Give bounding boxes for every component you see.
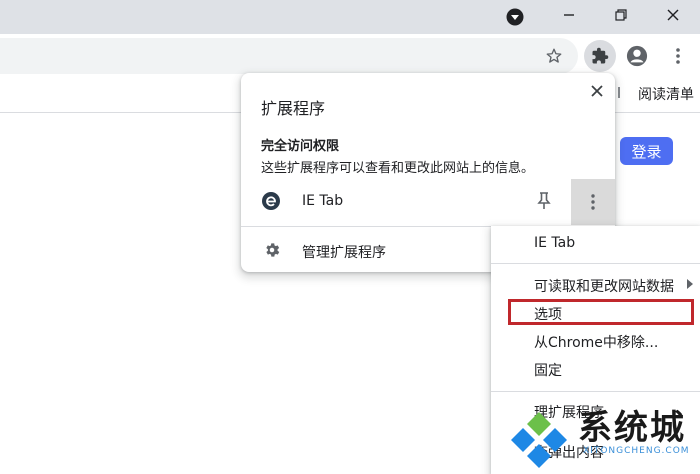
gear-icon xyxy=(263,241,281,259)
submenu-arrow-icon xyxy=(687,279,693,289)
extension-name: IE Tab xyxy=(302,193,344,209)
ie-tab-logo-icon xyxy=(261,191,281,211)
manage-extensions-label: 管理扩展程序 xyxy=(302,245,386,261)
login-button[interactable]: 登录 xyxy=(620,137,673,165)
watermark-text: 系统城 xyxy=(578,408,686,448)
context-menu-header: IE Tab xyxy=(534,235,576,251)
watermark-subtext: XITONGCHENG.COM xyxy=(583,446,690,456)
close-window-button[interactable] xyxy=(648,0,698,30)
menu-item-site-access[interactable]: 可读取和更改网站数据 xyxy=(534,276,674,296)
minimize-button[interactable] xyxy=(544,0,594,30)
menu-item-pin[interactable]: 固定 xyxy=(534,360,562,380)
extensions-popup-title: 扩展程序 xyxy=(261,99,326,118)
extension-row-ie-tab[interactable]: IE Tab xyxy=(241,179,615,225)
menu-item-remove-from-chrome[interactable]: 从Chrome中移除... xyxy=(534,332,658,352)
address-bar[interactable] xyxy=(0,38,578,74)
options-highlight-box xyxy=(508,299,694,325)
extensions-puzzle-icon[interactable] xyxy=(584,40,616,72)
more-vert-icon xyxy=(591,194,595,210)
profile-icon[interactable] xyxy=(625,44,649,68)
context-menu-separator xyxy=(491,263,700,264)
close-icon[interactable] xyxy=(587,81,607,101)
watermark-logo-icon xyxy=(507,410,571,470)
reading-list-icon xyxy=(618,85,632,103)
reading-list-button[interactable]: 阅读清单 xyxy=(618,84,694,104)
profile-dropdown-icon[interactable] xyxy=(504,6,526,28)
pin-icon[interactable] xyxy=(535,191,555,211)
reading-list-label: 阅读清单 xyxy=(638,87,694,103)
full-access-heading: 完全访问权限 xyxy=(261,139,340,154)
bookmark-star-icon[interactable] xyxy=(543,45,565,67)
full-access-description: 这些扩展程序可以查看和更改此网站上的信息。 xyxy=(261,161,535,176)
menu-kebab-icon[interactable] xyxy=(668,45,688,67)
extension-more-button[interactable] xyxy=(571,179,615,225)
window-titlebar xyxy=(0,0,700,34)
context-menu-separator xyxy=(491,391,700,392)
restore-button[interactable] xyxy=(596,0,646,30)
